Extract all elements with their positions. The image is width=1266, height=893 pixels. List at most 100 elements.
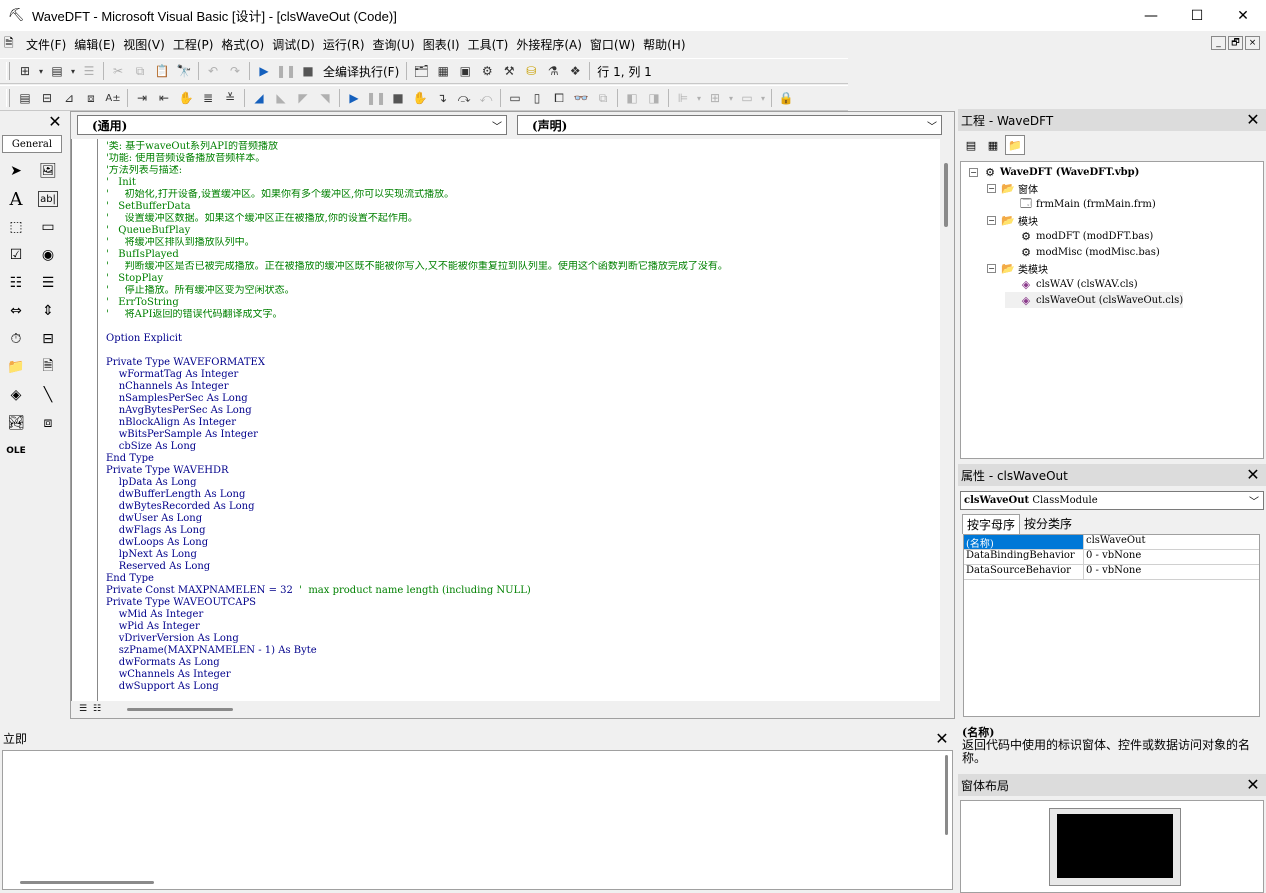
vb-app-icon[interactable]: ⛏ [8,8,25,24]
complete-word-icon[interactable]: A± [102,87,124,109]
parameter-info-icon[interactable]: ⧈ [80,87,102,109]
toggle-breakpoint-icon[interactable]: ✋ [175,87,197,109]
chevron-down-icon[interactable]: ﹀ [492,118,502,133]
scrollbar-thumb[interactable] [944,163,948,227]
code-line[interactable]: cbSize As Long [106,441,936,453]
image-icon[interactable]: 🏞 [2,409,30,437]
pointer-icon[interactable]: ➤ [2,157,30,185]
lock-controls-icon[interactable]: 🔒 [775,87,797,109]
next-bookmark-icon[interactable]: ◣ [270,87,292,109]
drivelistbox-icon[interactable]: ⊟ [34,325,62,353]
property-value[interactable]: 0 - vbNone [1084,565,1141,579]
properties-close-button[interactable]: ✕ [1244,465,1262,484]
textbox-icon[interactable]: ab| [38,191,58,207]
code-line[interactable]: ' StopPlay [106,273,936,285]
code-line[interactable]: ' SetBufferData [106,201,936,213]
ole-icon[interactable]: OLE [2,437,30,465]
maximize-button[interactable]: ☐ [1174,0,1220,31]
run-icon[interactable]: ▶ [253,60,275,82]
breakpoint-hand-icon[interactable]: ✋ [409,87,431,109]
menu-tools[interactable]: 工具(T) [464,36,513,53]
code-vertical-scrollbar[interactable] [940,139,954,701]
toggle-bookmark-icon[interactable]: ◢ [248,87,270,109]
property-row[interactable]: DataBindingBehavior 0 - vbNone [964,550,1259,565]
tree-item[interactable]: ◈ clsWAV (clsWAV.cls) [1005,276,1138,292]
document-icon[interactable]: 🗎 [4,34,22,55]
code-line[interactable]: nAvgBytesPerSec As Long [106,405,936,417]
code-line[interactable] [106,345,936,357]
code-line[interactable]: ' BufIsPlayed [106,249,936,261]
procedure-combo[interactable]: (声明) ﹀ [517,115,942,135]
component-icon[interactable]: ❖ [564,60,586,82]
indent-icon[interactable]: ⇥ [131,87,153,109]
code-line[interactable]: Private Type WAVEOUTCAPS [106,597,936,609]
immediate-input[interactable] [2,750,953,890]
properties-grid[interactable]: (名称) clsWaveOut DataBindingBehavior 0 - vbN… [963,534,1260,717]
listbox-icon[interactable]: ☰ [34,269,62,297]
previous-bookmark-icon[interactable]: ◤ [292,87,314,109]
toolbox-icon[interactable]: ⚒ [498,60,520,82]
procedure-view-icon[interactable]: ☰ [77,702,89,716]
combobox-icon[interactable]: ☷ [2,269,30,297]
copy-icon[interactable]: ⧉ [129,60,151,82]
chevron-down-icon[interactable]: ﹀ [1249,493,1259,508]
toolbox-tab-general[interactable]: General [2,135,62,153]
code-line[interactable]: ' QueueBufPlay [106,225,936,237]
code-line[interactable]: dwBytesRecorded As Long [106,501,936,513]
list-constants-icon[interactable]: ⊟ [36,87,58,109]
object-combo[interactable]: (通用) ﹀ [77,115,507,135]
data-control-icon[interactable]: ⧈ [34,409,62,437]
step-out-icon[interactable]: ⤺ [475,87,497,109]
menu-debug[interactable]: 调试(D) [268,36,319,53]
mdi-restore-button[interactable]: 🗗 [1228,36,1243,50]
scrollbar-thumb[interactable] [945,755,948,835]
form-layout-canvas[interactable] [960,800,1264,893]
code-line[interactable]: End Type [106,453,936,465]
vscrollbar-icon[interactable]: ⇕ [34,297,62,325]
uncomment-block-icon[interactable]: ≚ [219,87,241,109]
add-form-icon[interactable]: ▤ [46,60,68,82]
code-line[interactable]: Option Explicit [106,333,936,345]
tree-item[interactable]: − ⚙ WaveDFT (WaveDFT.vbp) [969,164,1139,180]
dropdown-arrow-icon[interactable]: ▾ [758,87,768,109]
find-icon[interactable]: 🔭 [173,60,195,82]
view-code-icon[interactable]: ▤ [961,135,981,155]
paste-icon[interactable]: 📋 [151,60,173,82]
code-line[interactable]: dwUser As Long [106,513,936,525]
toggle-folders-icon[interactable]: 📁 [1005,135,1025,155]
optionbutton-icon[interactable]: ◉ [34,241,62,269]
dirlistbox-icon[interactable]: 📁 [2,353,30,381]
hscrollbar-icon[interactable]: ⇔ [2,297,30,325]
menu-format[interactable]: 格式(O) [217,36,268,53]
menu-project[interactable]: 工程(P) [169,36,218,53]
code-line[interactable]: lpData As Long [106,477,936,489]
dropdown-arrow-icon[interactable]: ▾ [36,60,46,82]
code-editor[interactable]: '类: 基于waveOut系列API的音频播放 '功能: 使用音频设备播放音频样本… [71,139,941,701]
property-value[interactable]: clsWaveOut [1084,535,1146,549]
make-same-size-icon[interactable]: ▭ [736,87,758,109]
visual-component-manager-icon[interactable]: ⚗ [542,60,564,82]
code-line[interactable]: ' 初始化,打开设备,设置缓冲区。如果你有多个缓冲区,你可以实现流式播放。 [106,189,936,201]
property-value[interactable]: 0 - vbNone [1084,550,1141,564]
tree-item[interactable]: − 📂 类模块 [987,260,1048,276]
frame-icon[interactable]: ⬚ [2,213,30,241]
step-into-icon[interactable]: ↴ [431,87,453,109]
debug-run-icon[interactable]: ▶ [343,87,365,109]
properties-window-icon[interactable]: ▦ [432,60,454,82]
list-properties-icon[interactable]: ▤ [14,87,36,109]
immediate-window-icon[interactable]: ▯ [526,87,548,109]
picturebox-icon[interactable]: 🖼 [34,157,62,185]
code-line[interactable]: wFormatTag As Integer [106,369,936,381]
menu-addins[interactable]: 外接程序(A) [512,36,586,53]
menu-help[interactable]: 帮助(H) [639,36,689,53]
line-icon[interactable]: ╲ [34,381,62,409]
collapse-icon[interactable]: − [987,215,996,225]
comment-block-icon[interactable]: ≣ [197,87,219,109]
object-selector[interactable]: clsWaveOut ClassModule ﹀ [960,491,1264,510]
code-line[interactable] [106,321,936,333]
commandbutton-icon[interactable]: ▭ [34,213,62,241]
collapse-icon[interactable]: − [969,167,978,177]
code-line[interactable]: wMid As Integer [106,609,936,621]
add-project-icon[interactable]: ⊞ [14,60,36,82]
form-layout-icon[interactable]: ▣ [454,60,476,82]
